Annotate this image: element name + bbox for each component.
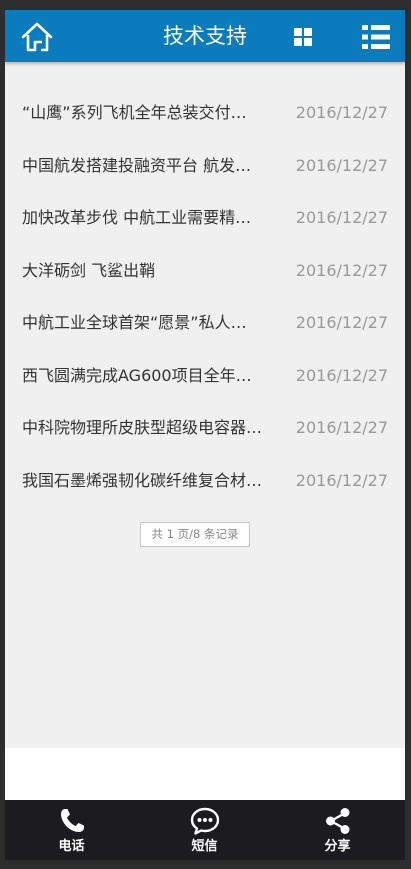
share-label: 分享 [324, 839, 351, 854]
news-date: 2016/12/27 [295, 103, 388, 122]
list-item[interactable]: 中国航发搭建投融资平台 航发… 2016/12/27 [5, 140, 405, 193]
news-title[interactable]: “山鹰”系列飞机全年总装交付… [22, 101, 280, 125]
news-title[interactable]: 大洋砺剑 飞鲨出鞘 [22, 259, 280, 283]
news-date: 2016/12/27 [295, 470, 388, 490]
news-title[interactable]: 加快改革步伐 中航工业需要精… [22, 206, 280, 230]
page-frame: 技术支持 “山鹰”系列飞机全年总装交付… 2016/12/27 中国航发搭建投融… [5, 10, 405, 860]
news-date: 2016/12/27 [295, 418, 388, 437]
list-item[interactable]: 西飞圆满完成AG600项目全年… 2016/12/27 [5, 350, 405, 403]
list-item[interactable]: 加快改革步伐 中航工业需要精… 2016/12/27 [5, 192, 405, 245]
news-list: “山鹰”系列飞机全年总装交付… 2016/12/27 中国航发搭建投融资平台 航… [5, 62, 405, 507]
list-item[interactable]: “山鹰”系列飞机全年总装交付… 2016/12/27 [5, 87, 405, 140]
pagination-info: 共 1 页/8 条记录 [140, 522, 250, 547]
share-button[interactable]: 分享 [271, 800, 404, 860]
phone-icon [57, 806, 87, 836]
share-icon [323, 806, 353, 836]
phone-label: 电话 [58, 839, 85, 854]
news-date: 2016/12/27 [295, 260, 388, 280]
news-title[interactable]: 我国石墨烯强韧化碳纤维复合材… [22, 469, 280, 493]
news-date: 2016/12/27 [295, 208, 388, 227]
news-title[interactable]: 中国航发搭建投融资平台 航发… [22, 154, 280, 178]
list-item[interactable]: 中航工业全球首架“愿景”私人… 2016/12/27 [5, 297, 405, 350]
footer-bar: 电话 短信 分享 [5, 800, 405, 860]
list-menu-icon[interactable] [360, 23, 392, 51]
footer-spacer [5, 748, 405, 800]
news-date: 2016/12/27 [295, 313, 388, 332]
home-icon[interactable] [20, 21, 54, 53]
sms-label: 短信 [191, 839, 218, 854]
list-item[interactable]: 中科院物理所皮肤型超级电容器… 2016/12/27 [5, 402, 405, 455]
news-title[interactable]: 西飞圆满完成AG600项目全年… [22, 364, 280, 388]
header-bar: 技术支持 [5, 10, 405, 62]
grid-icon[interactable] [292, 26, 314, 48]
news-title[interactable]: 中科院物理所皮肤型超级电容器… [22, 416, 280, 440]
news-date: 2016/12/27 [295, 155, 388, 175]
news-title[interactable]: 中航工业全球首架“愿景”私人… [22, 311, 280, 335]
list-item[interactable]: 大洋砺剑 飞鲨出鞘 2016/12/27 [5, 245, 405, 298]
page-title: 技术支持 [163, 24, 247, 48]
list-item[interactable]: 我国石墨烯强韧化碳纤维复合材… 2016/12/27 [5, 455, 405, 508]
phone-button[interactable]: 电话 [5, 800, 138, 860]
chat-bubble-icon [190, 806, 220, 836]
sms-button[interactable]: 短信 [138, 800, 271, 860]
news-date: 2016/12/27 [295, 365, 388, 385]
